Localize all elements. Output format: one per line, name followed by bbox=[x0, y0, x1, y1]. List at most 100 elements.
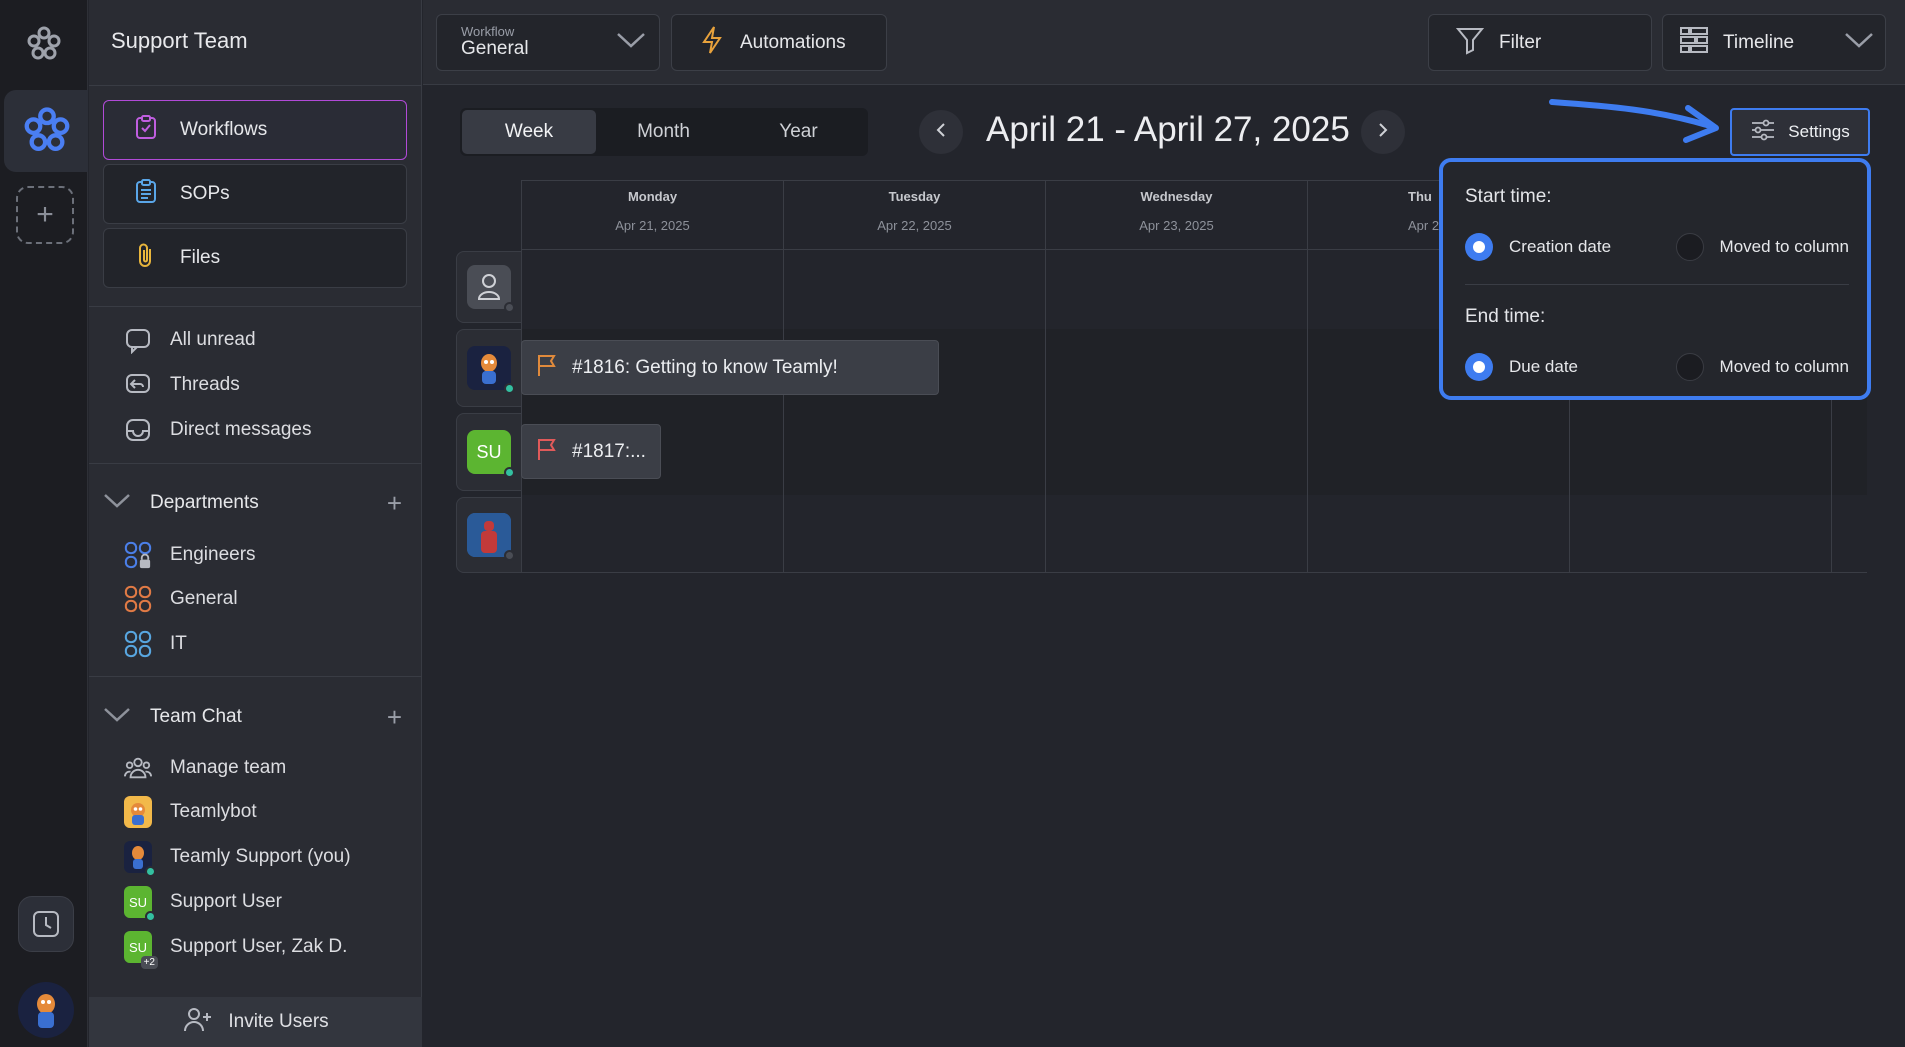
radio-unselected-icon bbox=[1675, 353, 1704, 381]
group-icon bbox=[124, 630, 152, 658]
user-avatar[interactable] bbox=[18, 982, 74, 1038]
column-header-tuesday: Tuesday Apr 22, 2025 bbox=[784, 181, 1046, 250]
section-title: Team Chat bbox=[150, 706, 242, 727]
department-label: Engineers bbox=[170, 544, 256, 565]
radio-selected-icon bbox=[1465, 233, 1493, 261]
team-chat-section-header[interactable]: Team Chat + bbox=[102, 702, 402, 732]
task-label: #1817:... bbox=[572, 440, 646, 462]
group-icon bbox=[124, 585, 152, 613]
chat-group-support-user-zak[interactable]: SU +2 Support User, Zak D. bbox=[124, 930, 348, 969]
date-range-title: April 21 - April 27, 2025 bbox=[986, 110, 1350, 149]
row-unassigned[interactable] bbox=[456, 251, 522, 323]
filter-button[interactable]: Filter bbox=[1428, 14, 1652, 71]
group-lock-icon bbox=[124, 541, 152, 569]
invite-label: Invite Users bbox=[228, 1011, 329, 1032]
view-select-value: Timeline bbox=[1723, 31, 1795, 53]
support-avatar bbox=[124, 841, 156, 877]
flag-icon bbox=[536, 353, 558, 383]
member-count-badge: +2 bbox=[140, 956, 158, 969]
start-creation-date-radio[interactable]: Creation date bbox=[1465, 233, 1675, 261]
chat-label: Support User bbox=[170, 891, 282, 912]
su-avatar: SU bbox=[124, 886, 156, 922]
start-time-label: Start time: bbox=[1465, 186, 1552, 207]
nav-sops-button[interactable]: SOPs bbox=[103, 164, 407, 224]
workspace-support-team[interactable] bbox=[4, 90, 88, 172]
chevron-down-icon bbox=[1843, 30, 1875, 56]
chevron-down-icon bbox=[615, 30, 647, 56]
tab-year[interactable]: Year bbox=[731, 110, 866, 154]
add-department-plus-icon[interactable]: + bbox=[387, 488, 402, 519]
option-label: Moved to column bbox=[1719, 237, 1849, 256]
settings-button[interactable]: Settings bbox=[1730, 108, 1870, 156]
sliders-icon bbox=[1750, 118, 1776, 147]
option-label: Creation date bbox=[1509, 237, 1612, 256]
nav-label: Files bbox=[180, 247, 221, 268]
link-label: All unread bbox=[170, 329, 256, 350]
workflow-select-value: General bbox=[461, 38, 529, 60]
departments-section-header[interactable]: Departments + bbox=[102, 488, 402, 518]
tab-week[interactable]: Week bbox=[462, 110, 596, 154]
radio-selected-icon bbox=[1465, 353, 1493, 381]
divider bbox=[89, 85, 422, 86]
task-1817[interactable]: #1817:... bbox=[521, 424, 661, 479]
chat-label: Support User, Zak D. bbox=[170, 936, 348, 957]
nav-workflows-button[interactable]: Workflows bbox=[103, 100, 407, 160]
workflow-select[interactable]: Workflow General bbox=[436, 14, 660, 71]
department-general[interactable]: General bbox=[124, 582, 238, 616]
end-time-options: Due date Moved to column bbox=[1465, 352, 1849, 382]
clock-icon[interactable] bbox=[18, 896, 74, 952]
settings-label: Settings bbox=[1788, 122, 1850, 141]
threads-link[interactable]: Threads bbox=[124, 368, 240, 402]
chat-bubble-icon bbox=[124, 326, 152, 354]
chevron-down-icon bbox=[102, 490, 132, 516]
invite-users-button[interactable]: Invite Users bbox=[89, 997, 422, 1047]
add-workspace-button[interactable]: + bbox=[16, 186, 74, 244]
settings-popover: Start time: Creation date Moved to colum… bbox=[1439, 158, 1871, 400]
department-label: General bbox=[170, 588, 238, 609]
department-label: IT bbox=[170, 633, 187, 654]
chevron-down-icon bbox=[102, 704, 132, 730]
nav-files-button[interactable]: Files bbox=[103, 228, 407, 288]
column-header-wednesday: Wednesday Apr 23, 2025 bbox=[1046, 181, 1308, 250]
chat-support-user[interactable]: SU Support User bbox=[124, 885, 282, 922]
chat-teamlybot[interactable]: Teamlybot bbox=[124, 795, 257, 829]
su-avatar: SU bbox=[467, 430, 515, 478]
lightning-icon bbox=[700, 25, 724, 61]
end-moved-to-column-radio[interactable]: Moved to column bbox=[1675, 353, 1849, 381]
nav-label: SOPs bbox=[180, 183, 230, 204]
grid-line bbox=[521, 572, 1867, 573]
department-engineers[interactable]: Engineers bbox=[124, 538, 256, 572]
row-teamly-support[interactable] bbox=[456, 329, 522, 407]
column-header-monday: Monday Apr 21, 2025 bbox=[522, 181, 784, 250]
chevron-right-icon bbox=[1376, 121, 1390, 144]
flag-icon bbox=[536, 437, 558, 467]
view-select[interactable]: Timeline bbox=[1662, 14, 1886, 71]
app-logo-icon[interactable] bbox=[22, 22, 66, 66]
task-1816[interactable]: #1816: Getting to know Teamly! bbox=[521, 340, 939, 395]
tab-month[interactable]: Month bbox=[596, 110, 731, 154]
grid-line bbox=[1307, 180, 1308, 573]
nav-label: Workflows bbox=[180, 119, 268, 140]
next-week-button[interactable] bbox=[1361, 110, 1405, 154]
department-it[interactable]: IT bbox=[124, 627, 187, 661]
divider bbox=[89, 306, 422, 307]
row-support-user[interactable]: SU bbox=[456, 413, 522, 491]
previous-week-button[interactable] bbox=[919, 110, 963, 154]
chat-label: Teamlybot bbox=[170, 801, 257, 822]
radio-unselected-icon bbox=[1675, 233, 1704, 261]
automations-button[interactable]: Automations bbox=[671, 14, 887, 71]
bot-avatar bbox=[124, 796, 152, 828]
manage-team-link[interactable]: Manage team bbox=[124, 751, 286, 785]
all-unread-link[interactable]: All unread bbox=[124, 323, 256, 357]
start-moved-to-column-radio[interactable]: Moved to column bbox=[1675, 233, 1849, 261]
range-segmented-control: Week Month Year bbox=[460, 108, 868, 156]
unassigned-user-icon bbox=[467, 265, 515, 313]
add-chat-plus-icon[interactable]: + bbox=[387, 702, 402, 733]
end-due-date-radio[interactable]: Due date bbox=[1465, 353, 1675, 381]
chat-teamly-support[interactable]: Teamly Support (you) bbox=[124, 840, 351, 877]
inbox-icon bbox=[124, 416, 152, 444]
row-zak[interactable] bbox=[456, 497, 522, 573]
direct-messages-link[interactable]: Direct messages bbox=[124, 413, 312, 447]
su-group-avatar: SU +2 bbox=[124, 931, 158, 969]
clipboard-check-icon bbox=[132, 113, 160, 147]
